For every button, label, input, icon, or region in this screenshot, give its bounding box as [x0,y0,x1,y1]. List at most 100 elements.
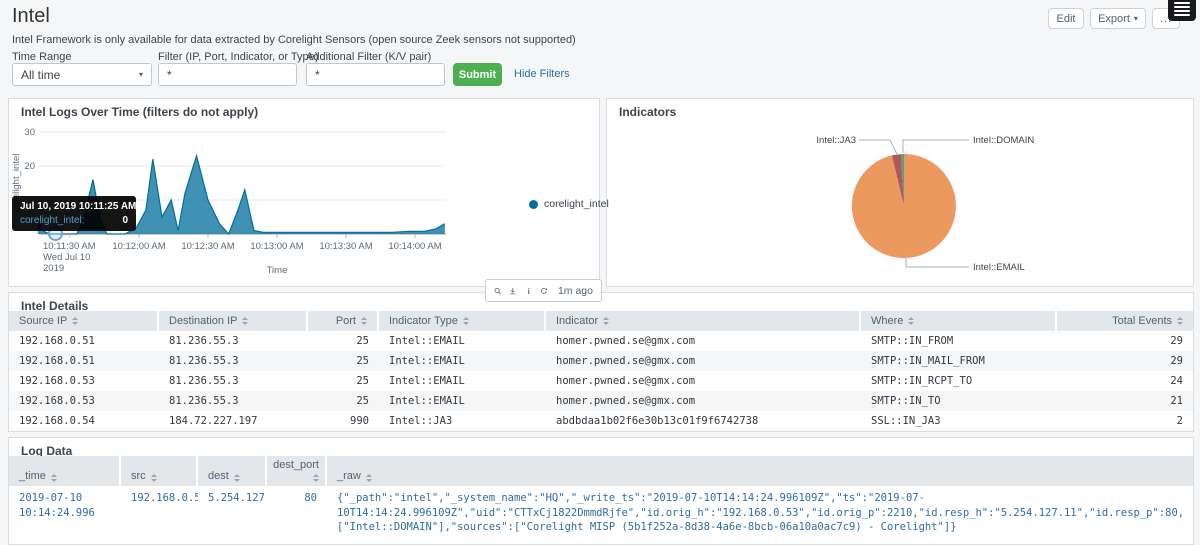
sort-arrows-icon [72,317,79,325]
column-header-where[interactable]: Where [861,311,1057,331]
column-header--raw[interactable]: _raw [327,456,1193,486]
table-cell: 192.168.0.51 [19,335,95,347]
column-header-label: dest [208,470,229,482]
table-cell: 24 [1170,375,1183,387]
svg-text:30: 30 [24,127,35,138]
column-header-label: Indicator [556,315,599,327]
table-cell: Intel::EMAIL [379,391,546,411]
magnifier-icon[interactable] [494,285,502,297]
hide-filters-link[interactable]: Hide Filters [514,68,570,80]
table-cell: 192.168.0.54 [19,415,95,427]
table-cell: SMTP::IN_FROM [871,335,954,347]
table-cell: homer.pwned.se@gmx.com [556,335,696,347]
table-row[interactable]: 192.168.0.53 81.236.55.3 25 Intel::EMAIL hom… [9,371,1193,391]
intel-details-table: Source IP Destination IP Port Indicator Typ… [9,311,1193,431]
table-cell: 81.236.55.3 [159,391,308,411]
column-header-label: src [131,470,146,482]
table-row[interactable]: 2019-07-1010:14:24.996192.168.0.535.254.… [9,486,1193,540]
table-cell: Intel::JA3 [389,415,453,427]
column-header-src[interactable]: src [121,456,198,486]
log-data-table: _time src dest dest_port _raw 2019-07-10 10:14… [9,456,1193,540]
edit-button[interactable]: Edit [1048,8,1084,29]
table-cell: 192.168.0.53 [19,375,95,387]
sort-arrows-icon [242,317,249,325]
time-range-value: All time [21,67,61,82]
table-cell: 81.236.55.3 [169,335,239,347]
svg-text:10:12:00 AM: 10:12:00 AM [112,241,165,252]
submit-button[interactable]: Submit [453,63,502,86]
export-button[interactable]: Export ▾ [1090,8,1146,29]
sort-arrows-icon [50,474,57,482]
page-subtitle: Intel Framework is only available for da… [12,34,576,46]
hamburger-menu-button[interactable] [1168,0,1196,21]
intel-details-panel: Intel Details Source IP Destination IP Por… [8,292,1194,432]
additional-filter-input[interactable] [306,63,445,86]
column-header-port[interactable]: Port [308,311,379,331]
pie-slice-label: Intel::JA3 [816,135,856,146]
time-range-select[interactable]: All time ▾ [12,63,152,86]
page-title: Intel [12,5,50,27]
column-header-label: Indicator Type [389,315,458,327]
intel-logs-area-chart[interactable]: 20 30 10:11:30 AMWed Jul 102019 10:12:00 AM… [9,99,599,286]
column-header-source-ip[interactable]: Source IP [9,311,159,331]
table-cell: homer.pwned.se@gmx.com [546,351,861,371]
column-header-label: Total Events [1112,315,1172,327]
column-header-destination-ip[interactable]: Destination IP [159,311,308,331]
sort-arrows-icon [365,474,372,482]
download-icon[interactable] [509,285,516,297]
table-cell: SSL::IN_JA3 [871,415,941,427]
column-header-label: _time [19,470,46,482]
table-cell: SMTP::IN_RCPT_TO [871,375,973,387]
table-row[interactable]: 192.168.0.54 184.72.227.197 990 Intel::JA3 a… [9,411,1193,431]
refresh-icon[interactable] [540,285,548,297]
table-cell: 25 [356,375,369,387]
info-icon[interactable] [525,285,532,297]
log-time-cell[interactable]: 2019-07-10 10:14:24.996 [9,486,121,540]
table-cell: Intel::EMAIL [389,335,465,347]
last-refreshed-label: 1m ago [557,284,593,297]
table-cell: 184.72.227.197 [169,415,258,427]
time-range-label: Time Range [12,51,72,63]
log-dest-port-cell[interactable]: 80 [267,486,327,540]
indicators-pie-chart[interactable]: Intel::EMAIL Intel::JA3 Intel::DOMAIN [607,99,1193,286]
column-header--time[interactable]: _time [9,456,121,486]
column-header-indicator[interactable]: Indicator [546,311,861,331]
table-cell: homer.pwned.se@gmx.com [546,391,861,411]
chart-legend[interactable]: corelight_intel [529,198,609,210]
pie-slice-label: Intel::DOMAIN [973,135,1034,146]
table-row[interactable]: 192.168.0.51 81.236.55.3 25 Intel::EMAIL hom… [9,331,1193,351]
table-cell: 81.236.55.3 [169,375,239,387]
log-dest-cell[interactable]: 5.254.127.11 [198,486,267,540]
intel-logs-panel: Intel Logs Over Time (filters do not app… [8,98,600,287]
log-data-panel: Log Data _time src dest dest_port _raw 2019-0… [8,437,1194,545]
sort-arrows-icon [361,317,367,325]
column-header-dest-port[interactable]: dest_port [267,456,327,486]
filter-label: Filter (IP, Port, Indicator, or Type) [158,51,319,63]
table-cell: 29 [1170,335,1183,347]
table-cell: 192.168.0.53 [9,391,159,411]
table-cell: 81.236.55.3 [159,351,308,371]
table-row[interactable]: 192.168.0.51 81.236.55.3 25 Intel::EMAIL hom… [9,351,1193,371]
table-cell: 2 [1176,415,1183,427]
legend-label: corelight_intel [544,198,609,210]
sort-arrows-icon [462,317,469,325]
table-cell: 990 [350,415,369,427]
column-header-label: Source IP [19,315,68,327]
table-cell: Intel::EMAIL [379,351,546,371]
svg-text:2019: 2019 [43,263,64,274]
tooltip-timestamp: Jul 10, 2019 10:11:25 AM [20,201,137,212]
chart-tooltip: Jul 10, 2019 10:11:25 AM corelight_intel… [12,196,136,231]
table-cell: abdbdaa1b02f6e30b13c01f9f6742738 [556,415,759,427]
table-cell: homer.pwned.se@gmx.com [556,375,696,387]
table-cell: 25 [308,391,379,411]
column-header-dest[interactable]: dest [198,456,267,486]
column-header-indicator-type[interactable]: Indicator Type [379,311,546,331]
column-header-total-events[interactable]: Total Events [1057,311,1193,331]
log-src-cell[interactable]: 192.168.0.53 [121,486,198,540]
table-row[interactable]: 192.168.0.53 81.236.55.3 25 Intel::EMAIL hom… [9,391,1193,411]
export-button-label: Export [1098,12,1130,25]
filter-input[interactable] [158,63,297,86]
log-raw-cell[interactable]: {"_path":"intel","_system_name":"HQ","_w… [327,486,1193,540]
svg-text:10:11:30 AM: 10:11:30 AM [43,241,96,252]
sort-arrows-icon [1177,317,1183,325]
